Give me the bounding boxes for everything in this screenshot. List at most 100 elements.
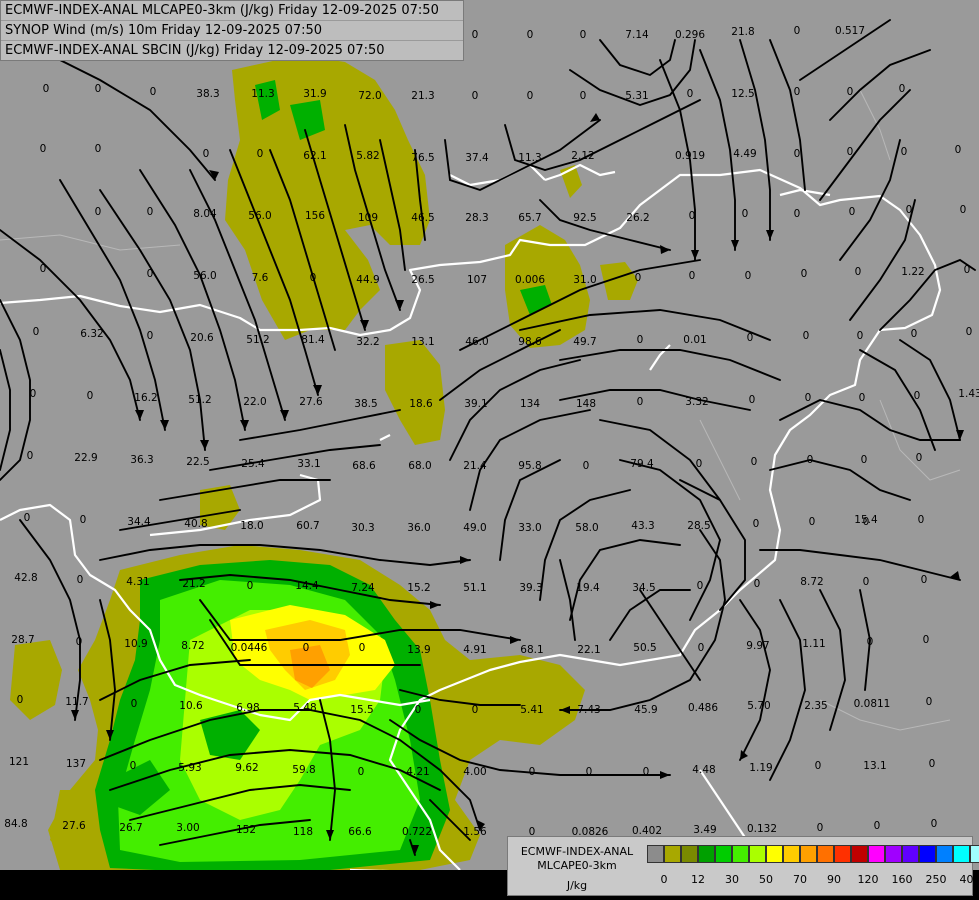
- cape-value: 0: [926, 696, 933, 708]
- cape-value: 0: [749, 394, 756, 406]
- legend-swatch: [817, 845, 834, 863]
- cape-value: 8.72: [800, 576, 823, 588]
- legend-swatch: [732, 845, 749, 863]
- cape-value: 33.0: [518, 522, 541, 534]
- cape-value: 46.0: [465, 336, 488, 348]
- cape-value: 0: [580, 29, 587, 41]
- cape-value: 22.9: [74, 452, 97, 464]
- cape-value: 50.5: [633, 642, 656, 654]
- cape-value: 0: [257, 148, 264, 160]
- cape-value: 0.919: [675, 150, 705, 162]
- cape-value: 81.4: [301, 334, 325, 346]
- cape-value: 11.3: [518, 152, 541, 164]
- cape-value: 2.12: [571, 150, 594, 162]
- cape-value: 0: [754, 578, 761, 590]
- header-line-cape: ECMWF-INDEX-ANAL MLCAPE0-3km (J/kg) Frid…: [1, 1, 463, 21]
- cape-value: 7.24: [351, 582, 375, 594]
- cape-value: 84.8: [4, 818, 27, 830]
- cape-value: 0: [859, 392, 866, 404]
- cape-value: 0: [95, 143, 102, 155]
- legend-title-source: ECMWF-INDEX-ANAL: [520, 845, 634, 858]
- cape-value: 0: [805, 392, 812, 404]
- cape-value: 25.4: [241, 458, 265, 470]
- cape-value: 0: [847, 146, 854, 158]
- legend-swatch: [919, 845, 936, 863]
- legend-swatch: [902, 845, 919, 863]
- cape-value: 0: [745, 270, 752, 282]
- cape-value: 98.6: [518, 336, 542, 348]
- cape-value: 0: [643, 766, 650, 778]
- cape-value: 0: [580, 90, 587, 102]
- cape-value: 18.0: [240, 520, 263, 532]
- cape-value: 107: [467, 274, 487, 286]
- cape-value: 0.517: [835, 25, 865, 37]
- cape-value: 0: [77, 574, 84, 586]
- cape-value: 43.3: [631, 520, 654, 532]
- cape-value: 0.01: [683, 334, 706, 346]
- cape-value: 0: [794, 148, 801, 160]
- cape-value: 0: [95, 83, 102, 95]
- cape-value: 51.1: [463, 582, 486, 594]
- cape-value: 0: [918, 514, 925, 526]
- cape-value: 58.0: [575, 522, 598, 534]
- cape-value: 4.49: [733, 148, 756, 160]
- cape-value: 51.2: [188, 394, 211, 406]
- legend-tick-label: 120: [857, 873, 879, 886]
- cape-value: 0: [964, 264, 971, 276]
- cape-value: 152: [236, 824, 256, 836]
- legend-tick-label: 0: [660, 873, 668, 886]
- cape-value: 0: [863, 576, 870, 588]
- cape-value: 0: [794, 86, 801, 98]
- legend-tick-label: 30: [725, 873, 739, 886]
- cape-value: 0: [30, 388, 37, 400]
- cape-value: 5.82: [356, 150, 379, 162]
- cape-value: 0: [635, 272, 642, 284]
- cape-value: 0: [923, 634, 930, 646]
- cape-value: 65.7: [518, 212, 541, 224]
- cape-value: 0: [310, 272, 317, 284]
- cape-value: 0: [931, 818, 938, 830]
- cape-value: 1.56: [463, 826, 487, 838]
- cape-value: 5.70: [747, 700, 770, 712]
- legend-swatch: [715, 845, 732, 863]
- cape-value: 19.4: [576, 582, 600, 594]
- cape-value: 0: [742, 208, 749, 220]
- cape-value: 0: [76, 636, 83, 648]
- cape-value: 0: [527, 90, 534, 102]
- cape-value: 14.4: [295, 580, 319, 592]
- cape-value: 0.0811: [854, 698, 891, 710]
- cape-value: 0: [358, 766, 365, 778]
- cape-value: 0: [867, 636, 874, 648]
- cape-value: 0: [203, 148, 210, 160]
- cape-value: 121: [9, 756, 29, 768]
- cape-value: 38.5: [354, 398, 377, 410]
- cape-value: 21.2: [182, 578, 205, 590]
- legend-swatch: [851, 845, 868, 863]
- legend-swatch: [698, 845, 715, 863]
- cape-value: 79.4: [630, 458, 654, 470]
- cape-value: 0.0446: [231, 642, 268, 654]
- cape-value: 11.7: [65, 696, 88, 708]
- cape-value: 0: [815, 760, 822, 772]
- legend-swatch: [800, 845, 817, 863]
- cape-value: 4.91: [463, 644, 486, 656]
- cape-value: 0: [687, 88, 694, 100]
- cape-value: 36.0: [407, 522, 430, 534]
- cape-value: 137: [66, 758, 86, 770]
- cape-value: 39.3: [519, 582, 542, 594]
- legend-swatch: [681, 845, 698, 863]
- cape-value: 0: [697, 580, 704, 592]
- legend-swatch: [647, 845, 664, 863]
- cape-value: 10.9: [124, 638, 147, 650]
- legend-swatch: [749, 845, 766, 863]
- cape-value: 0: [17, 694, 24, 706]
- cape-value: 13.1: [411, 336, 434, 348]
- legend-unit: J/kg: [566, 879, 588, 892]
- cape-value: 0: [809, 516, 816, 528]
- cape-value: 134: [520, 398, 540, 410]
- cape-value: 0: [698, 642, 705, 654]
- cape-value: 0: [637, 334, 644, 346]
- cape-value: 4.00: [463, 766, 486, 778]
- cape-value: 68.0: [408, 460, 431, 472]
- cape-value: 10.6: [179, 700, 203, 712]
